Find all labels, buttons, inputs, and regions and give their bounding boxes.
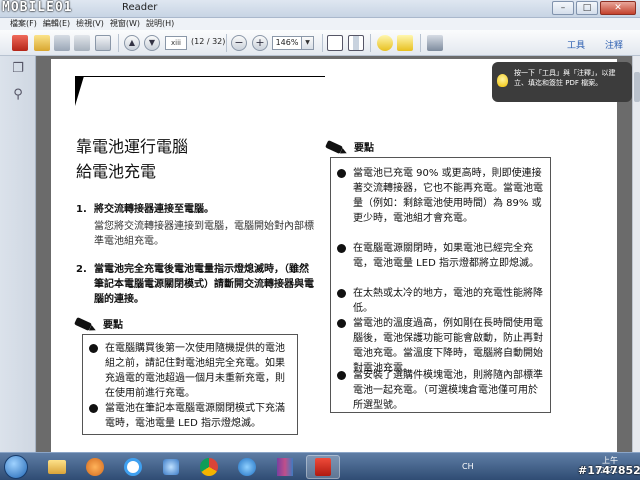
toolbar: ▲ ▼ xiii (12 / 32) − + 146% ▼ 工具 注释 bbox=[0, 30, 640, 56]
step-number: 2. bbox=[76, 264, 87, 275]
note-header: 要點 bbox=[326, 139, 374, 154]
toolbar-separator bbox=[420, 34, 421, 52]
pencil-icon bbox=[75, 317, 97, 331]
toolbar-separator bbox=[226, 34, 227, 52]
step-description: 當您將交流轉接器連接到電腦，電腦開始對內部標準電池組充電。 bbox=[94, 221, 314, 247]
create-pdf-icon[interactable] bbox=[12, 35, 28, 51]
bullet-icon bbox=[337, 244, 346, 253]
bullet-text: 當安裝了選購件模塊電池，則將隨內部標準電池一起充電。（可選模塊倉電池僅可用於所選… bbox=[353, 370, 543, 411]
menu-view[interactable]: 檢視(V) bbox=[76, 18, 104, 30]
fullscreen-icon[interactable] bbox=[427, 35, 443, 51]
start-orb[interactable] bbox=[4, 455, 28, 479]
document-area: 靠電池運行電腦 給電池充電 1. 將交流轉接器連接至電腦。 當您將交流轉接器連接… bbox=[37, 56, 632, 452]
page-count: (12 / 32) bbox=[191, 37, 226, 46]
step-number: 1. bbox=[76, 204, 87, 215]
acrobat-icon[interactable] bbox=[306, 455, 340, 479]
header-corner-mark bbox=[75, 76, 84, 106]
window-controls: – □ ✕ bbox=[552, 1, 636, 15]
note-title: 要點 bbox=[103, 320, 123, 331]
navigation-pane: ❐ ⚲ bbox=[0, 56, 36, 452]
next-page-icon[interactable]: ▼ bbox=[144, 35, 160, 51]
bullet-icon bbox=[337, 169, 346, 178]
archive-icon[interactable] bbox=[268, 455, 302, 479]
bullet-text: 當電池在筆記本電腦電源關閉模式下充滿電時，電池電量 LED 指示燈熄滅。 bbox=[105, 403, 285, 429]
note-title: 要點 bbox=[354, 143, 374, 154]
menu-bar: 檔案(F) 編輯(E) 檢視(V) 視窗(W) 說明(H) bbox=[0, 18, 640, 30]
pencil-icon bbox=[326, 140, 348, 154]
toolbar-separator bbox=[322, 34, 323, 52]
note-box: 當電池已充電 90% 或更高時，則即使連接著交流轉接器，它也不能再充電。當電池電… bbox=[330, 157, 551, 413]
page-thumbnails-icon[interactable]: ❐ bbox=[11, 62, 25, 76]
menu-file[interactable]: 檔案(F) bbox=[10, 18, 37, 30]
title-bar: MOBILE01 Reader – □ ✕ bbox=[0, 0, 640, 18]
pdf-page: 靠電池運行電腦 給電池充電 1. 將交流轉接器連接至電腦。 當您將交流轉接器連接… bbox=[51, 59, 617, 452]
maximize-button[interactable]: □ bbox=[576, 1, 598, 15]
fit-page-icon[interactable] bbox=[327, 35, 343, 51]
ime-indicator[interactable]: CH bbox=[462, 462, 474, 471]
tooltip-text: 按一下「工具」與「注釋」，以建立、填迄和簽註 PDF 檔案。 bbox=[514, 69, 616, 87]
watermark-logo: MOBILE01 bbox=[2, 0, 73, 15]
watermark-id: #1747852 bbox=[578, 464, 640, 477]
chevron-down-icon[interactable]: ▼ bbox=[302, 36, 314, 50]
bullet-text: 在電腦電源關閉時，如果電池已經完全充電，電池電量 LED 指示燈都將立即熄滅。 bbox=[353, 243, 539, 269]
highlight-icon[interactable] bbox=[397, 35, 413, 51]
toolbar-separator bbox=[118, 34, 119, 52]
comment-icon[interactable] bbox=[377, 35, 393, 51]
save-icon[interactable] bbox=[54, 35, 70, 51]
note-header: 要點 bbox=[75, 316, 123, 331]
fit-width-icon[interactable] bbox=[348, 35, 364, 51]
bullet-text: 在電腦購買後第一次使用隨機提供的電池組之前，請記住對電池組完全充電。如果充過電的… bbox=[105, 343, 285, 399]
bullet-icon bbox=[89, 344, 98, 353]
vertical-scrollbar[interactable] bbox=[632, 56, 640, 452]
taskbar: CH 上午 12:21 bbox=[0, 452, 640, 480]
bullet-icon bbox=[337, 371, 346, 380]
section-heading: 給電池充電 bbox=[76, 162, 157, 181]
step-title: 當電池完全充電後電池電量指示燈熄滅時，（雖然筆記本電腦電源關閉模式）請斷開交流轉… bbox=[94, 264, 314, 305]
menu-help[interactable]: 說明(H) bbox=[146, 18, 174, 30]
toolbar-separator bbox=[370, 34, 371, 52]
zoom-in-icon[interactable]: + bbox=[252, 35, 268, 51]
email-icon[interactable] bbox=[95, 35, 111, 51]
bullet-text: 當電池已充電 90% 或更高時，則即使連接著交流轉接器，它也不能再充電。當電池電… bbox=[353, 168, 543, 224]
print-icon[interactable] bbox=[74, 35, 90, 51]
close-button[interactable]: ✕ bbox=[600, 1, 636, 15]
tools-pane-button[interactable]: 工具 bbox=[567, 38, 585, 51]
explorer-icon[interactable] bbox=[40, 455, 74, 479]
zoom-input[interactable]: 146% bbox=[272, 36, 302, 50]
header-rule bbox=[75, 76, 325, 77]
window-title: Reader bbox=[122, 2, 158, 13]
page-number-input[interactable]: xiii bbox=[165, 36, 187, 50]
bullet-text: 在太熱或太冷的地方，電池的充電性能將降低。 bbox=[353, 288, 543, 314]
comment-pane-button[interactable]: 注释 bbox=[605, 38, 623, 51]
prev-page-icon[interactable]: ▲ bbox=[124, 35, 140, 51]
bullet-icon bbox=[337, 289, 346, 298]
attachments-icon[interactable]: ⚲ bbox=[11, 88, 25, 102]
chrome-icon[interactable] bbox=[192, 455, 226, 479]
tools-tooltip[interactable]: 按一下「工具」與「注釋」，以建立、填迄和簽註 PDF 檔案。 bbox=[492, 62, 632, 102]
open-icon[interactable] bbox=[34, 35, 50, 51]
step-title: 將交流轉接器連接至電腦。 bbox=[94, 204, 214, 215]
ie-icon[interactable] bbox=[116, 455, 150, 479]
menu-edit[interactable]: 編輯(E) bbox=[43, 18, 70, 30]
download-icon[interactable] bbox=[230, 455, 264, 479]
bullet-icon bbox=[89, 404, 98, 413]
menu-window[interactable]: 視窗(W) bbox=[110, 18, 140, 30]
minimize-button[interactable]: – bbox=[552, 1, 574, 15]
bullet-icon bbox=[337, 319, 346, 328]
note-box: 在電腦購買後第一次使用隨機提供的電池組之前，請記住對電池組完全充電。如果充過電的… bbox=[82, 334, 298, 435]
lightbulb-icon bbox=[497, 74, 508, 87]
media-player-icon[interactable] bbox=[78, 455, 112, 479]
page-heading: 靠電池運行電腦 bbox=[76, 137, 189, 156]
bullet-text: 當電池的溫度過高，例如剛在長時間使用電腦後，電池保護功能可能會啟動，防止再對電池… bbox=[353, 318, 543, 374]
utility-icon[interactable] bbox=[154, 455, 188, 479]
scrollbar-thumb[interactable] bbox=[634, 72, 640, 102]
zoom-out-icon[interactable]: − bbox=[231, 35, 247, 51]
